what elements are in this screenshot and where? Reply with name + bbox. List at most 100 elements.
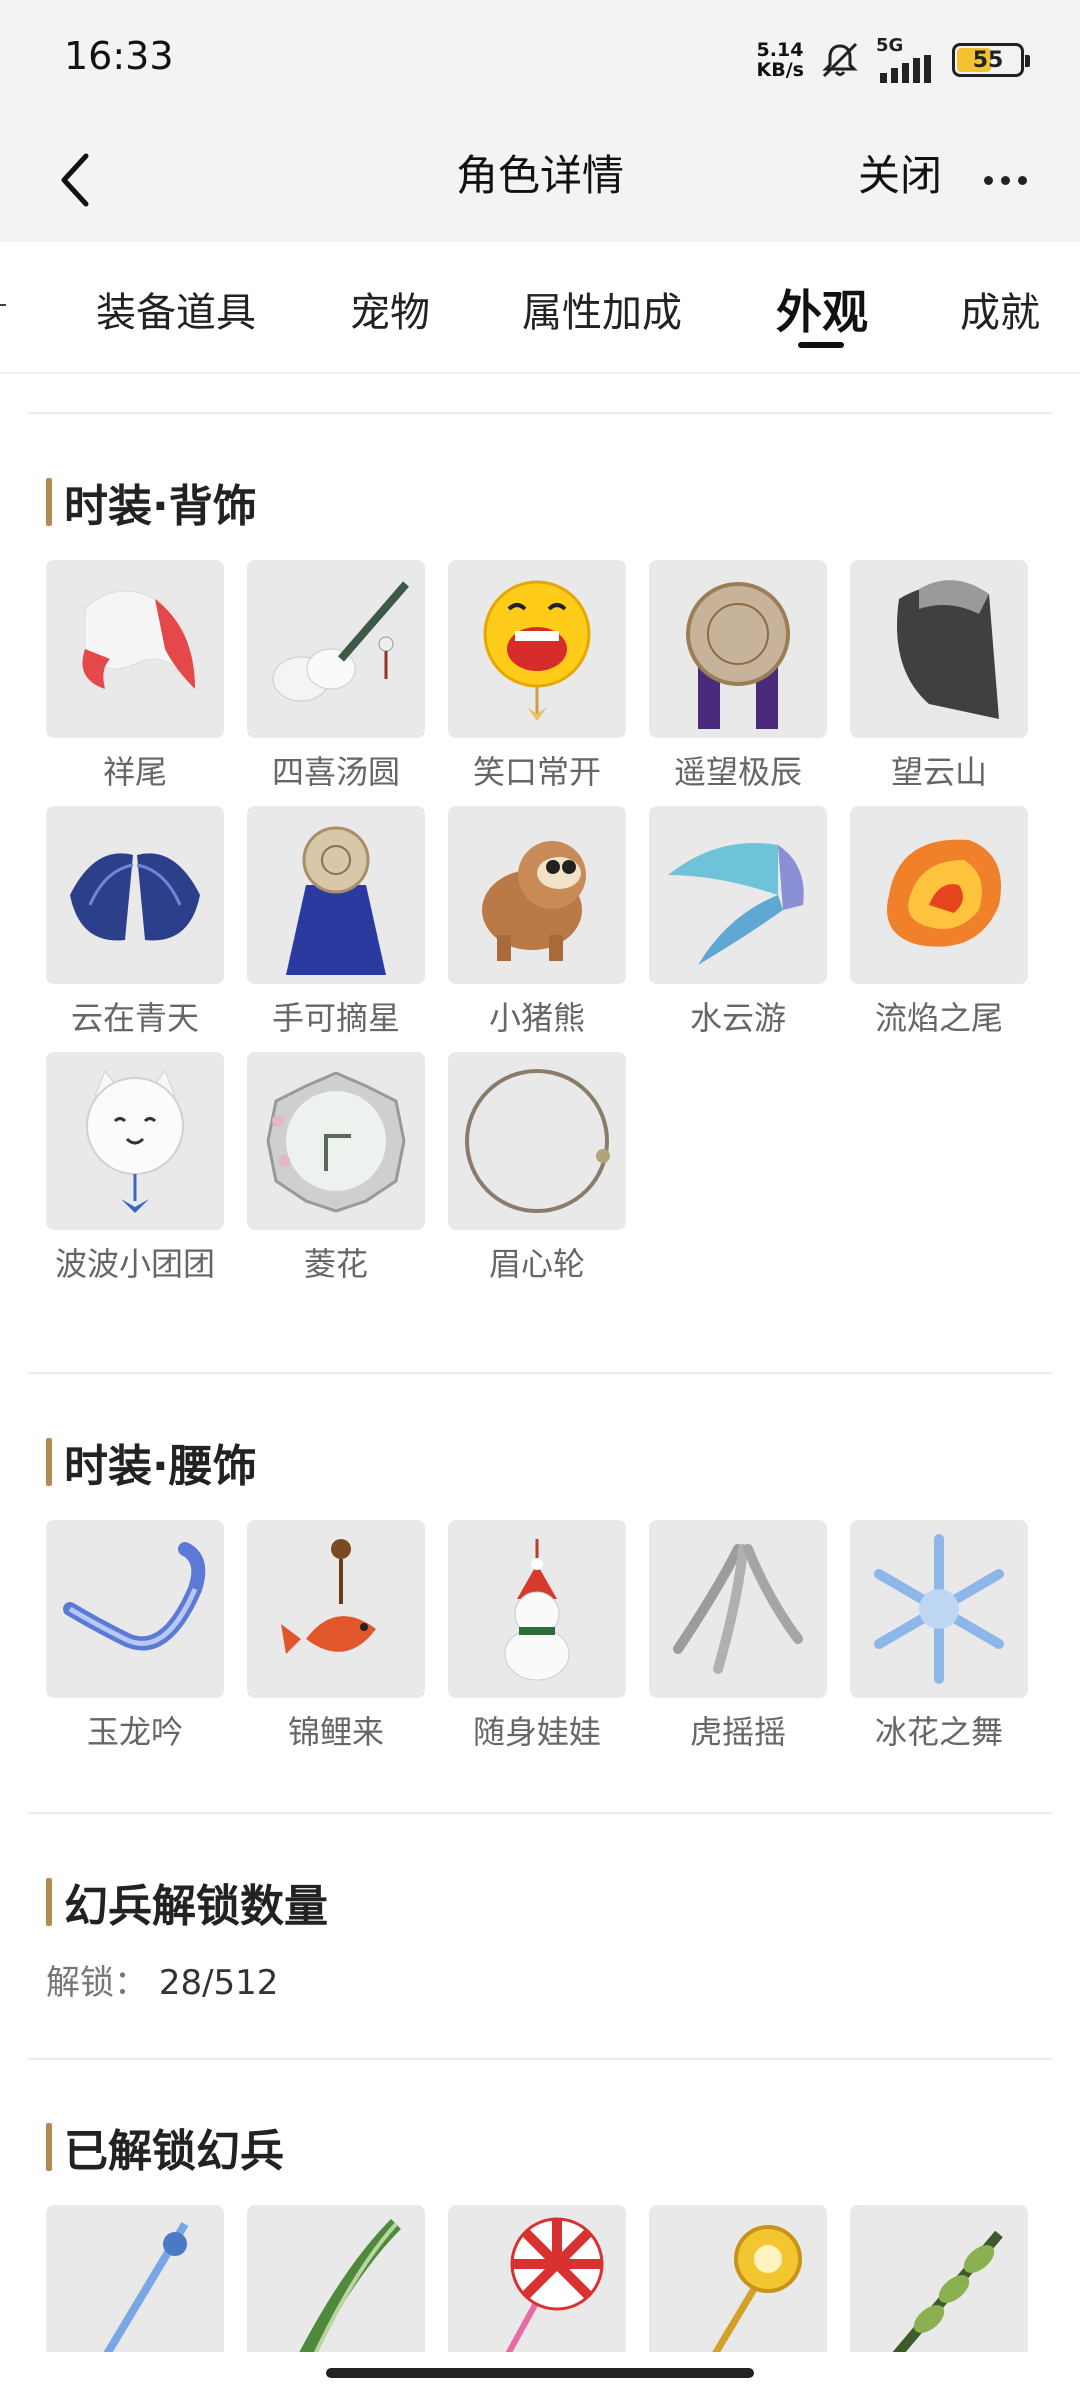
item-label: 手可摘星 [271,999,400,1037]
more-button[interactable] [970,150,1040,210]
golden-staff-icon [699,2225,802,2374]
item-thumbnail [649,1520,827,1698]
back-item[interactable]: 水云游 [649,806,827,1052]
home-indicator[interactable] [326,2368,754,2378]
tab-appearance[interactable]: 外观 [776,276,868,342]
back-item[interactable]: 手可摘星 [247,806,425,1052]
signal-icon [880,55,931,83]
waist-item[interactable]: 随身娃娃 [448,1520,626,1766]
item-label: 笑口常开 [472,753,601,791]
vine-sword-icon [885,2230,1003,2368]
unlock-count-value: 28/512 [158,1963,279,2003]
net-speed-value: 5.14 [756,39,804,61]
item-thumbnail [247,1520,425,1698]
battery-level: 55 [972,47,1004,73]
tiger-tail-icon [673,1544,803,1674]
more-dot-icon [1000,175,1010,185]
status-time: 16:33 [64,34,174,78]
mute-bell-icon [822,42,858,78]
section-title-unlocked: 已解锁幻兵 [46,2115,284,2179]
back-item[interactable]: 小猪熊 [448,806,626,1052]
snowman-icon [504,1539,570,1681]
battery-icon: 55 [952,43,1030,77]
back-item[interactable]: 云在青天 [46,806,224,1052]
item-thumbnail [448,1520,626,1698]
back-item[interactable]: 遥望极辰 [649,560,827,806]
back-item[interactable]: 笑口常开 [448,560,626,806]
unlock-count-label: 解锁： [46,1963,148,2003]
status-icons: 5.14 KB/s 5G 55 [757,30,1030,90]
item-label: 锦鲤来 [287,1713,384,1751]
net-speed: 5.14 KB/s [757,40,804,80]
back-item[interactable]: 望云山 [850,560,1028,806]
section-title-waist: 时装·腰饰 [46,1430,257,1494]
tab-active-indicator [798,342,844,348]
tab-pets[interactable]: 宠物 [350,280,430,338]
back-item[interactable]: 菱花 [247,1052,425,1298]
more-dot-icon [983,175,993,185]
item-thumbnail [649,806,827,984]
item-label: 遥望极辰 [673,753,802,791]
smile-balloon-icon [483,580,591,721]
section-divider [28,1372,1052,1374]
item-label: 玉龙吟 [86,1713,183,1751]
item-label: 祥尾 [102,753,167,791]
section-divider [28,1812,1052,1814]
fox-tail-icon [82,590,195,689]
item-thumbnail [46,560,224,738]
back-grid: 祥尾 四喜汤圆 笑口常开 遥望极辰 望云山 云在青天 手可摘星 小猪熊 水云游 … [46,560,1028,1298]
section-divider [28,2058,1052,2060]
item-label: 随身娃娃 [472,1713,601,1751]
item-label: 流焰之尾 [874,999,1003,1037]
back-item[interactable]: 四喜汤圆 [247,560,425,806]
item-label: 冰花之舞 [874,1713,1003,1751]
item-label: 云在青天 [70,999,199,1037]
tab-equipment[interactable]: 装备道具 [96,280,256,338]
section-title-unlock-count: 幻兵解锁数量 [46,1870,328,1934]
item-thumbnail [649,560,827,738]
section-divider [28,412,1052,414]
network-type: 5G [876,35,904,56]
item-thumbnail [46,1052,224,1230]
back-item[interactable]: 眉心轮 [448,1052,626,1298]
green-leek-icon [289,2219,401,2374]
back-item[interactable]: 祥尾 [46,560,224,806]
item-thumbnail [448,806,626,984]
item-label: 四喜汤圆 [271,753,400,791]
waist-item[interactable]: 虎摇摇 [649,1520,827,1766]
close-button[interactable]: 关闭 [858,142,942,203]
item-thumbnail [247,1052,425,1230]
signal-group: 5G [876,37,938,83]
item-thumbnail [850,806,1028,984]
waist-item[interactable]: 锦鲤来 [247,1520,425,1766]
blue-wings-icon [70,853,200,941]
mirror-icon [266,1071,406,1213]
item-label: 波波小团团 [54,1245,215,1283]
item-label: 小猪熊 [488,999,585,1037]
item-label: 眉心轮 [488,1245,585,1283]
item-label: 虎摇摇 [689,1713,786,1751]
snowflake-icon [874,1534,1004,1684]
unlock-count: 解锁： 28/512 [46,1955,278,2004]
nav-bar: 角色详情 关闭 [0,120,1080,242]
pig-bear-icon [482,841,586,961]
section-title-back: 时装·背饰 [46,470,257,534]
item-thumbnail [850,1520,1028,1698]
item-label: 菱花 [303,1245,368,1283]
waist-item[interactable]: 冰花之舞 [850,1520,1028,1766]
tab-bar: 装备道具 宠物 属性加成 外观 成就 [0,242,1080,374]
status-bar: 16:33 5.14 KB/s 5G 55 [0,0,1080,120]
item-thumbnail [448,560,626,738]
item-thumbnail [247,806,425,984]
waist-item[interactable]: 玉龙吟 [46,1520,224,1766]
tab-achievements[interactable]: 成就 [960,280,1040,338]
back-item[interactable]: 波波小团团 [46,1052,224,1298]
tab-attributes[interactable]: 属性加成 [522,280,682,338]
lollipop-icon [494,2217,604,2374]
jade-dragon-icon [63,1542,206,1651]
back-item[interactable]: 流焰之尾 [850,806,1028,1052]
cat-balloon-icon [86,1069,184,1213]
dumpling-pipa-icon [272,581,410,702]
item-thumbnail [448,1052,626,1230]
waist-grid: 玉龙吟 锦鲤来 随身娃娃 虎摇摇 冰花之舞 [46,1520,1028,1766]
